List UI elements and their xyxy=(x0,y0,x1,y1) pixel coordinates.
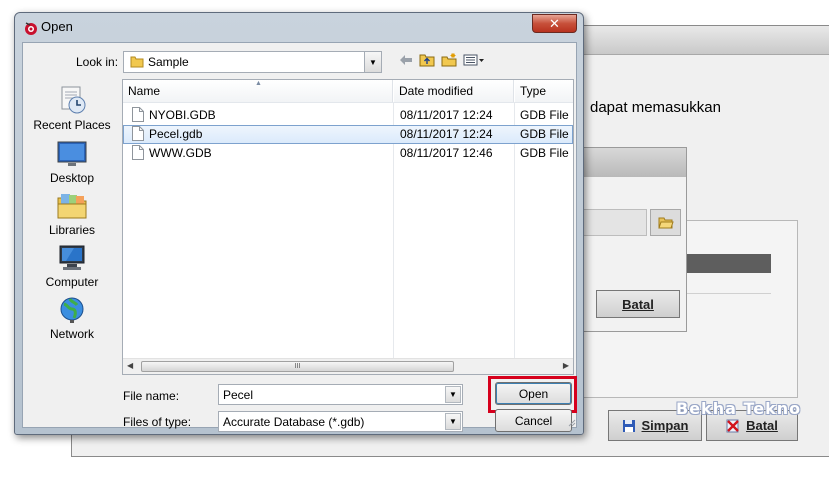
file-date: 08/11/2017 12:24 xyxy=(400,108,493,122)
back-arrow-icon[interactable] xyxy=(399,54,413,66)
file-date: 08/11/2017 12:24 xyxy=(400,127,493,141)
cancel-label: Cancel xyxy=(514,413,553,428)
file-icon xyxy=(132,126,144,141)
horizontal-scrollbar[interactable]: ◀ III ▶ xyxy=(123,358,573,374)
file-type: GDB File xyxy=(520,127,569,141)
column-header-name[interactable]: Name ▲ xyxy=(123,80,393,102)
background-path-input[interactable] xyxy=(581,209,647,236)
up-folder-icon[interactable] xyxy=(419,53,435,67)
files-of-type-dropdown[interactable]: Accurate Database (*.gdb) ▼ xyxy=(218,411,463,432)
place-desktop[interactable]: Desktop xyxy=(27,140,117,185)
column-date-label: Date modified xyxy=(399,84,474,98)
file-name-input[interactable]: Pecel ▼ xyxy=(218,384,463,405)
app-logo-icon xyxy=(25,22,37,35)
file-icon xyxy=(132,145,144,160)
new-folder-icon[interactable] xyxy=(441,53,457,67)
file-name-label: File name: xyxy=(123,389,180,403)
background-batal-small-button[interactable]: Batal xyxy=(596,290,680,318)
place-network[interactable]: Network xyxy=(27,296,117,341)
file-name: NYOBI.GDB xyxy=(149,108,216,122)
places-bar: Recent Places Desktop Libraries Computer… xyxy=(27,79,117,349)
cancel-x-icon xyxy=(726,419,739,432)
column-header-date-modified[interactable]: Date modified xyxy=(394,80,514,102)
look-in-value: Sample xyxy=(148,55,189,69)
place-label: Recent Places xyxy=(33,118,111,132)
file-type: GDB File xyxy=(520,108,569,122)
place-label: Network xyxy=(49,327,94,341)
save-icon xyxy=(622,419,635,432)
place-computer[interactable]: Computer xyxy=(27,244,117,289)
column-type-label: Type xyxy=(520,84,547,98)
desktop-icon xyxy=(57,141,87,166)
sort-ascending-icon: ▲ xyxy=(255,80,262,87)
column-name-label: Name xyxy=(128,84,161,98)
scroll-right-icon[interactable]: ▶ xyxy=(563,361,569,370)
chevron-down-icon[interactable]: ▼ xyxy=(445,386,461,403)
file-type: GDB File xyxy=(520,146,569,160)
close-button[interactable]: ✕ xyxy=(532,14,577,33)
file-name-value: Pecel xyxy=(223,388,254,402)
file-row-www[interactable]: WWW.GDB 08/11/2017 12:46 GDB File xyxy=(123,144,573,163)
scroll-left-icon[interactable]: ◀ xyxy=(127,361,133,370)
place-recent-places[interactable]: Recent Places xyxy=(27,85,117,132)
place-label: Computer xyxy=(45,275,99,289)
place-libraries[interactable]: Libraries xyxy=(27,192,117,237)
scroll-grip: III xyxy=(294,363,301,370)
background-message-text: dapat memasukkan xyxy=(590,99,721,116)
view-menu-icon[interactable] xyxy=(463,54,485,66)
folder-icon xyxy=(130,56,144,68)
recent-places-icon xyxy=(61,86,86,114)
files-of-type-value: Accurate Database (*.gdb) xyxy=(223,415,365,429)
chevron-down-icon[interactable]: ▼ xyxy=(445,413,461,430)
background-browse-button[interactable] xyxy=(650,209,681,236)
file-row-pecel-selected[interactable]: Pecel.gdb 08/11/2017 12:24 GDB File xyxy=(123,125,573,144)
place-label: Desktop xyxy=(49,171,95,185)
file-icon xyxy=(132,107,144,122)
navigation-toolbar xyxy=(399,53,485,67)
watermark-text: Bekha Tekno xyxy=(676,399,802,418)
scrollbar-thumb[interactable]: III xyxy=(141,361,454,372)
column-header-type[interactable]: Type xyxy=(515,80,573,102)
file-row-nyobi[interactable]: NYOBI.GDB 08/11/2017 12:24 GDB File xyxy=(123,106,573,125)
batal-label: Batal xyxy=(746,418,778,433)
cancel-button[interactable]: Cancel xyxy=(495,409,572,432)
file-list-view[interactable]: Name ▲ Date modified Type NYOBI.GDB 08/1… xyxy=(122,79,574,375)
file-date: 08/11/2017 12:46 xyxy=(400,146,493,160)
open-label: Open xyxy=(518,386,549,401)
header-divider xyxy=(123,102,573,103)
look-in-dropdown[interactable]: Sample ▼ xyxy=(123,51,382,73)
simpan-label: Simpan xyxy=(641,418,689,433)
open-dialog: Open ✕ Look in: Sample ▼ Recent Places D… xyxy=(14,12,584,435)
resize-grip-icon[interactable] xyxy=(566,417,576,427)
dialog-body: Look in: Sample ▼ Recent Places Desktop … xyxy=(22,42,577,432)
file-name: Pecel.gdb xyxy=(149,127,203,141)
network-icon xyxy=(60,297,84,323)
batal-small-label: Batal xyxy=(622,296,654,312)
file-name: WWW.GDB xyxy=(149,146,212,160)
dialog-title: Open xyxy=(41,19,73,34)
files-of-type-label: Files of type: xyxy=(123,415,192,429)
open-folder-icon xyxy=(657,217,674,229)
close-icon: ✕ xyxy=(549,15,560,31)
place-label: Libraries xyxy=(48,223,96,237)
chevron-down-icon[interactable]: ▼ xyxy=(364,52,381,72)
open-button[interactable]: Open xyxy=(495,382,572,405)
libraries-icon xyxy=(57,194,87,219)
computer-icon xyxy=(59,245,85,270)
look-in-label: Look in: xyxy=(76,55,119,69)
